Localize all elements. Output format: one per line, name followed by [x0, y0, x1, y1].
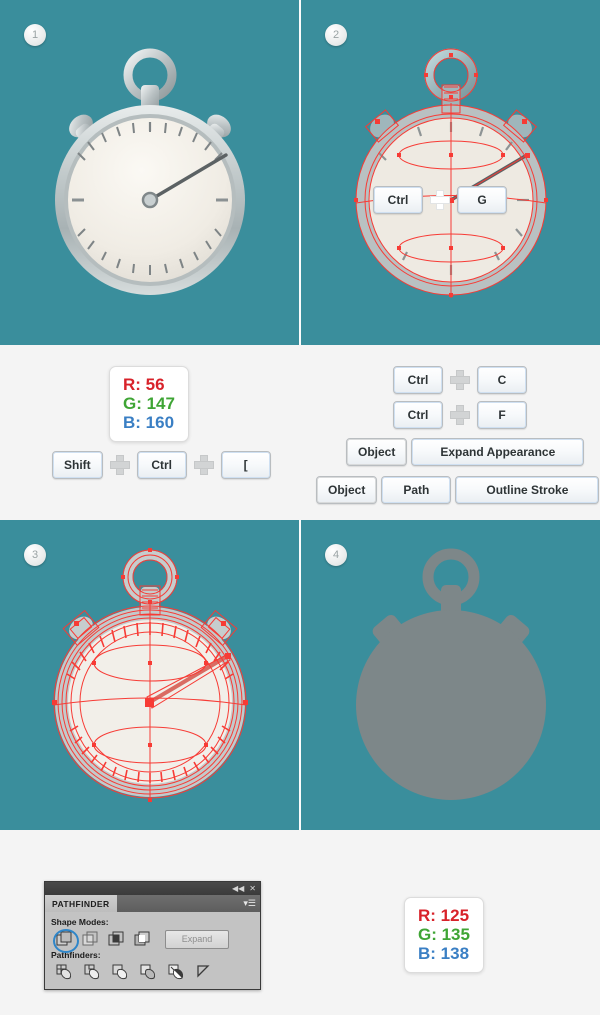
shape-mode-minus-front-icon[interactable] [77, 929, 103, 949]
rgb-color-card-56-147-160: R: 56 G: 147 B: 160 [109, 366, 189, 442]
pathfinders-label: Pathfinders: [51, 950, 101, 960]
stopwatch-illustration-step1 [30, 43, 270, 303]
rgb-r-value: R: 56 [123, 375, 165, 394]
stopwatch-silhouette-step4 [331, 545, 571, 805]
key-ctrl[interactable]: Ctrl [393, 366, 443, 394]
pathfinder-panel[interactable]: ◀◀ ✕ PATHFINDER ▾☰ Shape Modes: Expand P… [44, 881, 261, 990]
plus-icon [193, 455, 214, 475]
rgb-b-value: B: 160 [123, 413, 175, 432]
key-g[interactable]: G [457, 186, 507, 214]
plus-icon [450, 370, 470, 390]
key-ctrl[interactable]: Ctrl [393, 401, 443, 429]
key-ctrl[interactable]: Ctrl [136, 451, 187, 479]
key-f[interactable]: F [477, 401, 527, 429]
rgb-g-value: G: 147 [123, 394, 175, 413]
rgb-g-value: G: 135 [418, 925, 470, 944]
plus-icon [430, 190, 450, 210]
rgb-color-card-125-135-138: R: 125 G: 135 B: 138 [404, 897, 484, 973]
panel-menu-icon[interactable]: ▾☰ [243, 899, 256, 908]
tab-pathfinder[interactable]: PATHFINDER [45, 895, 117, 912]
shape-mode-intersect-icon[interactable] [103, 929, 129, 949]
rgb-b-value: B: 138 [418, 944, 470, 963]
plus-icon [450, 405, 470, 425]
pathfinder-trim-icon[interactable] [79, 962, 105, 982]
step-panel-3: 3 [0, 520, 299, 830]
pathfinder-body: Shape Modes: Expand Pathfinders: [45, 912, 260, 989]
menu-item-path[interactable]: Path [381, 476, 452, 504]
key-ctrl[interactable]: Ctrl [373, 186, 423, 214]
pathfinder-minus-back-icon[interactable] [191, 962, 217, 982]
panel2-shortcut-ctrl-g: Ctrl G [373, 186, 507, 214]
step-badge-1: 1 [24, 24, 46, 46]
pathfinder-divide-icon[interactable] [51, 962, 77, 982]
shortcut-shift-ctrl-bracket: Shift Ctrl [ [52, 451, 271, 479]
shape-modes-row: Expand [51, 929, 254, 953]
step-panel-2: 2 Ctrl G [301, 0, 600, 345]
pathfinder-titlebar: ◀◀ ✕ [45, 882, 260, 895]
pathfinders-row [51, 962, 254, 982]
shape-modes-label: Shape Modes: [51, 917, 109, 927]
illustration-row-top: 1 2 Ctrl G [0, 0, 600, 345]
menu-path-outline-stroke: Object Path Outline Stroke [316, 476, 600, 504]
shape-mode-unite-icon[interactable] [51, 929, 79, 953]
pathfinder-tabbar: PATHFINDER ▾☰ [45, 895, 260, 912]
shortcut-ctrl-f: Ctrl F [393, 401, 527, 429]
illustration-row-bottom: 3 4 [0, 520, 600, 830]
shape-mode-exclude-icon[interactable] [129, 929, 155, 949]
plus-icon [109, 455, 130, 475]
step-badge-2: 2 [325, 24, 347, 46]
tab-filler: ▾☰ [117, 895, 260, 912]
rgb-r-value: R: 125 [418, 906, 470, 925]
key-c[interactable]: C [477, 366, 527, 394]
step-badge-4: 4 [325, 544, 347, 566]
menu-item-expand-appearance[interactable]: Expand Appearance [411, 438, 585, 466]
expand-button[interactable]: Expand [165, 929, 229, 949]
step-badge-3: 3 [24, 544, 46, 566]
menu-item-outline-stroke[interactable]: Outline Stroke [455, 476, 600, 504]
menu-item-object[interactable]: Object [316, 476, 378, 504]
stopwatch-illustration-step2 [331, 43, 571, 303]
pathfinder-crop-icon[interactable] [135, 962, 161, 982]
close-icon[interactable]: ✕ [249, 884, 256, 893]
key-left-bracket[interactable]: [ [220, 451, 271, 479]
collapse-icon[interactable]: ◀◀ [232, 884, 244, 893]
shortcut-ctrl-c: Ctrl C [393, 366, 527, 394]
stopwatch-illustration-step3 [30, 545, 270, 805]
pathfinder-merge-icon[interactable] [107, 962, 133, 982]
menu-item-object[interactable]: Object [346, 438, 408, 466]
step-panel-4: 4 [301, 520, 600, 830]
menu-path-expand-appearance: Object Expand Appearance [346, 438, 585, 466]
key-shift[interactable]: Shift [52, 451, 103, 479]
pathfinder-outline-icon[interactable] [163, 962, 189, 982]
tutorial-sheet: 1 2 Ctrl G R: 56 G: 147 B: 160 Shift Ctr… [0, 0, 600, 1015]
step-panel-1: 1 [0, 0, 299, 345]
annotation-section-one: R: 56 G: 147 B: 160 Shift Ctrl [ Ctrl C … [0, 345, 600, 520]
